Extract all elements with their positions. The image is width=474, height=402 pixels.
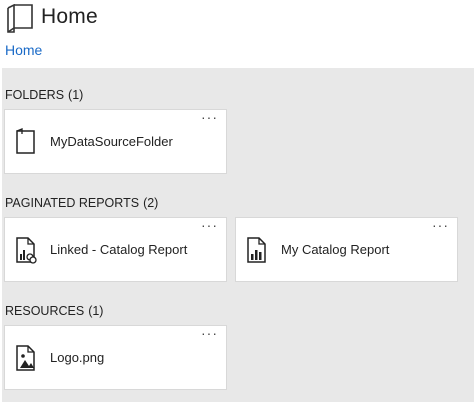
page-title: Home [41, 5, 98, 28]
breadcrumb-home[interactable]: Home [5, 42, 42, 58]
section-resources-title: RESOURCES (1) [5, 304, 103, 318]
home-folder-icon [7, 4, 33, 33]
tile-label: My Catalog Report [281, 242, 390, 257]
content-panel: FOLDERS (1) ··· MyDataSourceFolder PAGINA… [2, 68, 474, 402]
section-paginated-reports-title: PAGINATED REPORTS (2) [5, 196, 158, 210]
image-file-icon [16, 345, 35, 371]
tile-resource[interactable]: ··· Logo.png [4, 325, 227, 390]
more-options-button[interactable]: ··· [201, 218, 218, 232]
tile-report[interactable]: ··· My Catalog Report [235, 217, 458, 282]
folder-icon [16, 128, 35, 154]
page-header: Home Home [0, 0, 474, 68]
tile-label: MyDataSourceFolder [50, 134, 173, 149]
linked-report-icon [16, 237, 37, 264]
section-folders-count: (1) [68, 88, 84, 102]
section-resources-label: RESOURCES [5, 304, 85, 318]
section-paginated-reports-count: (2) [143, 196, 159, 210]
section-folders-title: FOLDERS (1) [5, 88, 83, 102]
section-resources-count: (1) [88, 304, 104, 318]
tile-folder[interactable]: ··· MyDataSourceFolder [4, 109, 227, 174]
tile-label: Logo.png [50, 350, 105, 365]
section-folders-label: FOLDERS [5, 88, 65, 102]
more-options-button[interactable]: ··· [201, 326, 218, 340]
section-paginated-reports-label: PAGINATED REPORTS [5, 196, 140, 210]
tile-linked-report[interactable]: ··· Linked - Catalog Report [4, 217, 227, 282]
more-options-button[interactable]: ··· [201, 110, 218, 124]
tile-label: Linked - Catalog Report [50, 242, 188, 257]
report-icon [247, 237, 266, 263]
more-options-button[interactable]: ··· [432, 218, 449, 232]
